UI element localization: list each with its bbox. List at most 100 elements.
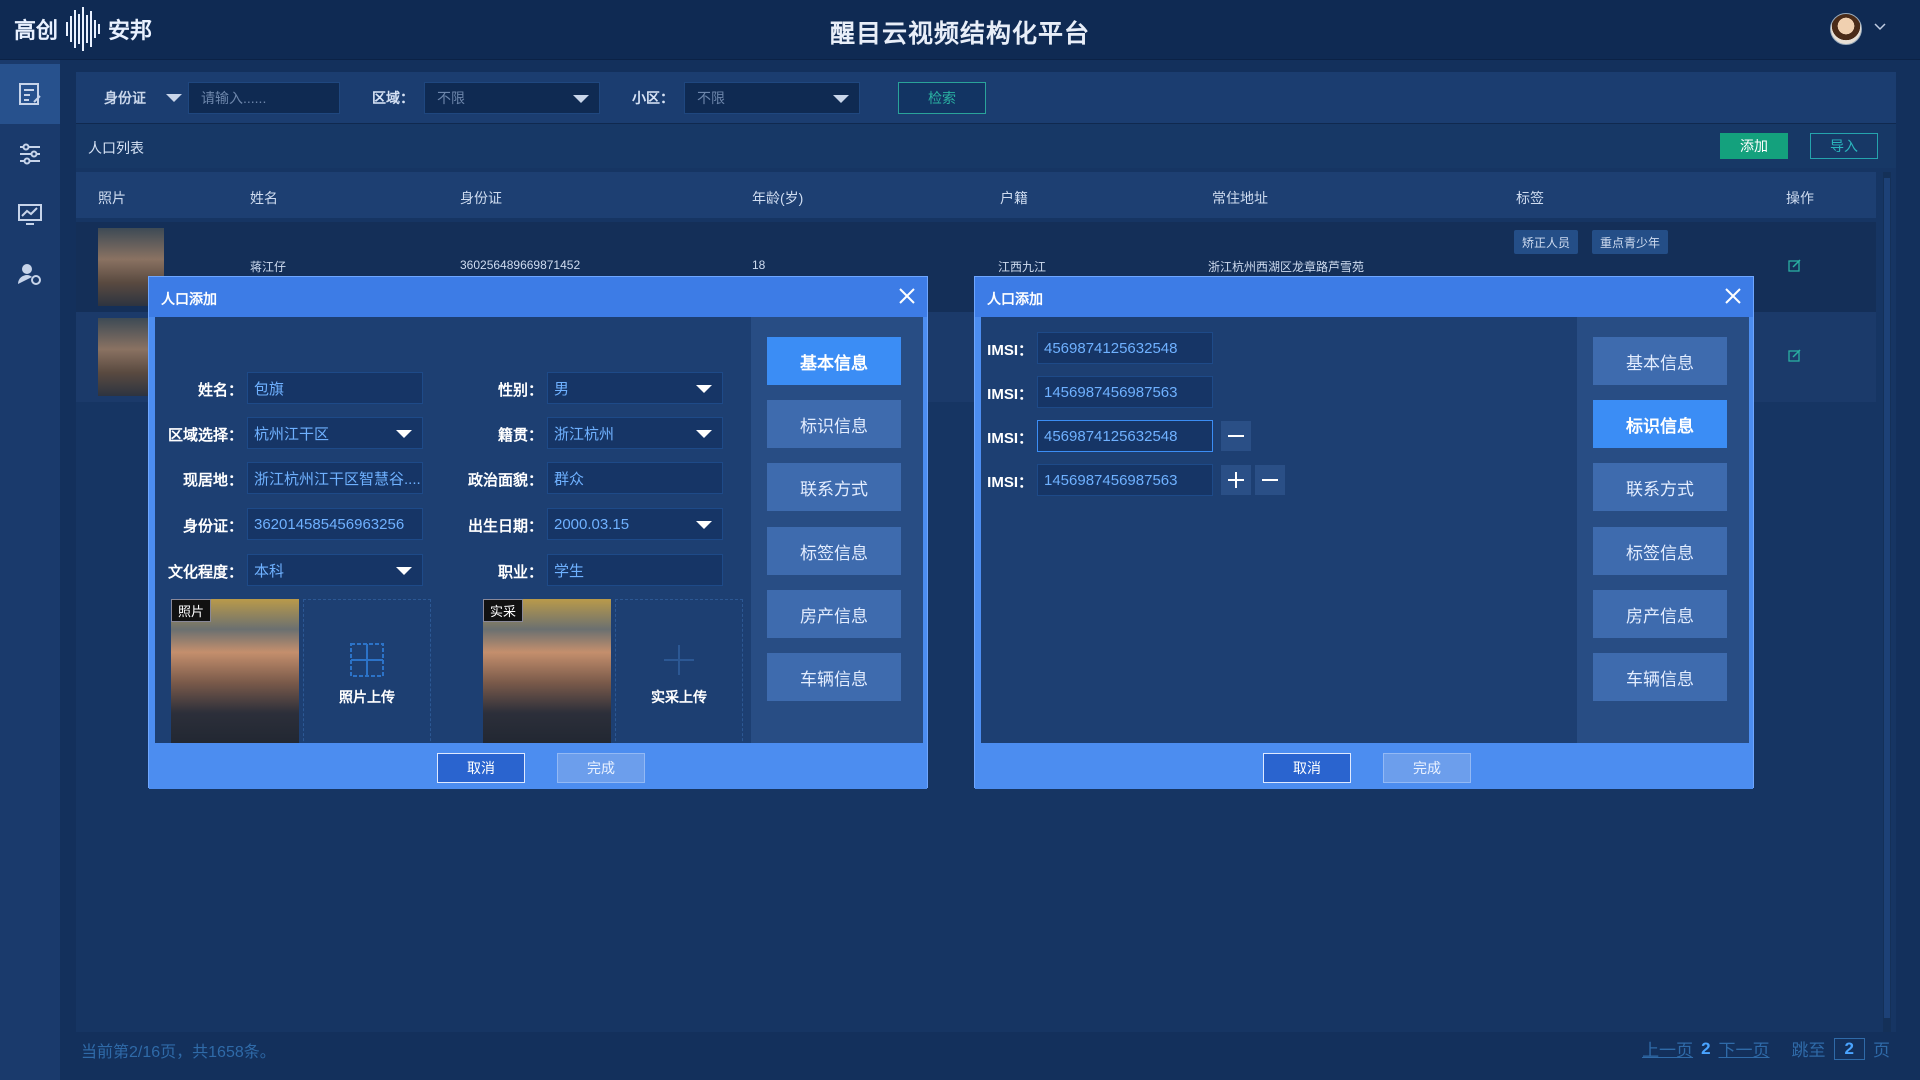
minus-icon	[1228, 435, 1244, 437]
nav-monitor[interactable]	[0, 184, 60, 244]
tab-contact[interactable]: 联系方式	[767, 463, 901, 511]
residence-label: 现居地：	[182, 472, 243, 489]
dialog-footer: 取消 完成	[975, 743, 1753, 789]
community-label: 小区：	[632, 90, 674, 106]
goto-page-input[interactable]: 2	[1833, 1037, 1865, 1060]
close-icon[interactable]	[1723, 286, 1743, 306]
tab-tag-info[interactable]: 标签信息	[1593, 527, 1727, 575]
imsi-label: IMSI：	[987, 342, 1033, 359]
prev-page-link[interactable]: 上一页	[1642, 1036, 1693, 1061]
gender-label: 性别：	[497, 382, 543, 399]
tab-contact[interactable]: 联系方式	[1593, 463, 1727, 511]
area-value: 不限	[437, 90, 465, 106]
edit-icon[interactable]	[1788, 258, 1802, 272]
native-select[interactable]: 浙江杭州	[547, 417, 723, 449]
idcard-field[interactable]: 362014585456963256	[247, 508, 423, 540]
done-button[interactable]: 完成	[1383, 753, 1471, 783]
caret-down-icon	[696, 385, 712, 393]
community-select[interactable]: 不限	[684, 82, 860, 114]
tab-property-info[interactable]: 房产信息	[767, 590, 901, 638]
birth-value: 2000.03.15	[554, 515, 630, 533]
nav-settings[interactable]	[0, 124, 60, 184]
tab-basic-info[interactable]: 基本信息	[767, 337, 901, 385]
imsi-field[interactable]: 1456987456987563	[1037, 376, 1213, 408]
row-name: 蒋江仔	[250, 260, 287, 274]
basic-info-form: 姓名： 包旗 性别： 男 区域选择： 杭州江干区 籍贯： 浙江杭州 现居地： 浙…	[155, 317, 751, 751]
add-imsi-button[interactable]	[1221, 465, 1251, 495]
tab-vehicle-info[interactable]: 车辆信息	[1593, 653, 1727, 701]
caret-down-icon	[396, 567, 412, 575]
caret-down-icon	[396, 430, 412, 438]
page-unit-label: 页	[1873, 1041, 1890, 1060]
minus-icon	[1262, 479, 1278, 481]
capture-tag: 实采	[483, 599, 524, 622]
upload-grid-icon	[350, 643, 384, 677]
user-gear-icon	[18, 264, 41, 285]
table-header: 照片 姓名 身份证 年龄(岁) 户籍 常住地址 标签 操作	[76, 172, 1876, 218]
job-label: 职业：	[497, 564, 543, 581]
add-button[interactable]: 添加	[1720, 133, 1788, 159]
imsi-field[interactable]: 1456987456987563	[1037, 464, 1213, 496]
chevron-down-icon[interactable]	[1874, 20, 1886, 32]
remove-imsi-button[interactable]	[1221, 421, 1251, 451]
app-title: 醒目云视频结构化平台	[829, 20, 1090, 48]
tab-identity-info[interactable]: 标识信息	[767, 400, 901, 448]
id-search-input[interactable]: 请输入......	[188, 82, 340, 114]
done-button[interactable]: 完成	[557, 753, 645, 783]
close-icon[interactable]	[897, 286, 917, 306]
pagination: 上一页 2 下一页 跳至 2 页	[1642, 1036, 1890, 1061]
gender-select[interactable]: 男	[547, 372, 723, 404]
th-age: 年龄(岁)	[752, 190, 804, 206]
dialog-title: 人口添加	[975, 277, 1753, 317]
scrollbar-thumb[interactable]	[1884, 178, 1890, 1018]
top-bar: 高创 安邦 醒目云视频结构化平台	[0, 0, 1920, 60]
name-field[interactable]: 包旗	[247, 372, 423, 404]
row-age: 18	[752, 258, 766, 272]
table-scrollbar[interactable]	[1883, 172, 1891, 1032]
left-nav	[0, 60, 60, 1080]
id-type-select[interactable]: 身份证	[92, 82, 192, 114]
capture-upload-button[interactable]: 实采上传	[615, 599, 743, 751]
job-field[interactable]: 学生	[547, 554, 723, 586]
birth-label: 出生日期：	[467, 518, 543, 535]
caret-down-icon	[166, 94, 182, 102]
th-name: 姓名	[250, 190, 278, 206]
tab-identity-info[interactable]: 标识信息	[1593, 400, 1727, 448]
pagination-summary: 当前第2/16页，共1658条。	[81, 1044, 276, 1061]
native-value: 浙江杭州	[554, 425, 615, 443]
user-avatar[interactable]	[1830, 13, 1862, 45]
imsi-label: IMSI：	[987, 386, 1033, 403]
imsi-label: IMSI：	[987, 430, 1033, 447]
tab-basic-info[interactable]: 基本信息	[1593, 337, 1727, 385]
birth-date-picker[interactable]: 2000.03.15	[547, 508, 723, 540]
photo-tag: 照片	[171, 599, 212, 622]
import-button[interactable]: 导入	[1810, 133, 1878, 159]
edit-icon[interactable]	[1788, 348, 1802, 362]
imsi-field[interactable]: 4569874125632548	[1037, 332, 1213, 364]
edu-select[interactable]: 本科	[247, 554, 423, 586]
remove-imsi-button[interactable]	[1255, 465, 1285, 495]
area-select[interactable]: 不限	[424, 82, 600, 114]
tab-property-info[interactable]: 房产信息	[1593, 590, 1727, 638]
idcard-label: 身份证：	[182, 518, 243, 535]
next-page-link[interactable]: 下一页	[1719, 1036, 1770, 1061]
residence-field[interactable]: 浙江杭州江干区智慧谷.....	[247, 462, 423, 494]
population-add-dialog-basic: 人口添加 姓名： 包旗 性别： 男 区域选择： 杭州江干区 籍贯： 浙江杭州 现…	[148, 276, 928, 789]
imsi-field[interactable]: 4569874125632548	[1037, 420, 1213, 452]
search-button[interactable]: 检索	[898, 82, 986, 114]
filter-bar: 身份证 请输入...... 区域： 不限 小区： 不限 检索	[76, 72, 1896, 124]
cancel-button[interactable]: 取消	[1263, 753, 1351, 783]
tab-vehicle-info[interactable]: 车辆信息	[767, 653, 901, 701]
caret-down-icon	[833, 95, 849, 103]
tab-tag-info[interactable]: 标签信息	[767, 527, 901, 575]
nav-population-list[interactable]	[0, 64, 60, 124]
nav-user-settings[interactable]	[0, 244, 60, 304]
region-select[interactable]: 杭州江干区	[247, 417, 423, 449]
politics-field[interactable]: 群众	[547, 462, 723, 494]
photo-upload-button[interactable]: 照片上传	[303, 599, 431, 751]
dialog-tabs: 基本信息 标识信息 联系方式 标签信息 房产信息 车辆信息	[1577, 317, 1749, 743]
identity-info-form: IMSI： 4569874125632548 IMSI： 14569874569…	[981, 317, 1577, 743]
region-value: 杭州江干区	[254, 425, 330, 443]
cancel-button[interactable]: 取消	[437, 753, 525, 783]
current-page: 2	[1701, 1038, 1711, 1058]
